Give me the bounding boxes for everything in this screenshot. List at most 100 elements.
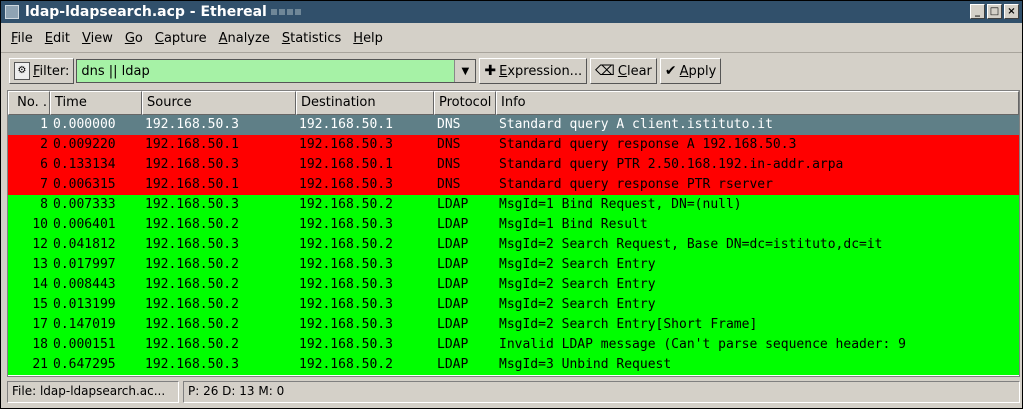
column-header-protocol[interactable]: Protocol — [434, 91, 496, 115]
packet-cell-src: 192.168.50.3 — [145, 117, 239, 132]
packet-cell-src: 192.168.50.2 — [145, 297, 239, 312]
packet-list-header: No. . Time Source Destination Protocol I… — [8, 91, 1019, 115]
apply-label: Apply — [679, 63, 717, 79]
packet-cell-proto: LDAP — [437, 237, 469, 252]
filter-icon: ⚙ — [14, 62, 30, 80]
packet-cell-src: 192.168.50.3 — [145, 157, 239, 172]
packet-cell-time: 0.006401 — [53, 217, 116, 232]
packet-cell-info: Standard query response A 192.168.50.3 — [499, 137, 797, 152]
filter-label: Filter: — [33, 63, 70, 79]
packet-cell-no: 2 — [40, 137, 48, 152]
packet-cell-time: 0.000000 — [53, 117, 116, 132]
apply-button[interactable]: ✔ Apply — [659, 58, 722, 84]
expression-button[interactable]: ✚ Expression... — [479, 58, 588, 84]
column-header-no[interactable]: No. . — [8, 91, 50, 115]
packet-row[interactable]: 18 0.000151 192.168.50.2 192.168.50.3 LDAP In… — [8, 335, 1019, 355]
packet-row[interactable]: 1 0.000000 192.168.50.3 192.168.50.1 DNS Stan… — [8, 115, 1019, 135]
packet-cell-src: 192.168.50.2 — [145, 277, 239, 292]
menu-edit[interactable]: Edit — [39, 31, 76, 46]
packet-row[interactable]: 2 0.009220 192.168.50.1 192.168.50.3 DNS Stan… — [8, 135, 1019, 155]
title-grip — [270, 9, 301, 15]
menu-file[interactable]: File — [5, 31, 39, 46]
window-title: ldap-ldapsearch.acp - Ethereal — [25, 4, 267, 20]
menu-capture[interactable]: Capture — [149, 31, 213, 46]
packet-cell-proto: DNS — [437, 177, 461, 192]
packet-cell-src: 192.168.50.2 — [145, 317, 239, 332]
packet-cell-time: 0.006315 — [53, 177, 116, 192]
packet-cell-info: MsgId=1 Bind Result — [499, 217, 648, 232]
packet-row[interactable]: 21 0.647295 192.168.50.3 192.168.50.2 LDAP Ms… — [8, 355, 1019, 375]
packet-row[interactable]: 15 0.013199 192.168.50.2 192.168.50.3 LDAP Ms… — [8, 295, 1019, 315]
packet-cell-no: 17 — [32, 317, 48, 332]
filter-dropdown-arrow[interactable]: ▼ — [454, 60, 476, 82]
filter-input[interactable] — [77, 60, 455, 82]
packet-cell-proto: LDAP — [437, 317, 469, 332]
packet-cell-no: 15 — [32, 297, 48, 312]
column-header-destination[interactable]: Destination — [296, 91, 434, 115]
ethereal-window: ldap-ldapsearch.acp - Ethereal _ □ × Fil… — [0, 0, 1023, 409]
packet-cell-time: 0.013199 — [53, 297, 116, 312]
packet-cell-proto: LDAP — [437, 337, 469, 352]
packet-cell-time: 0.007333 — [53, 197, 116, 212]
packet-cell-dst: 192.168.50.3 — [299, 217, 393, 232]
packet-row[interactable]: 13 0.017997 192.168.50.2 192.168.50.3 LDAP Ms… — [8, 255, 1019, 275]
packet-row[interactable]: 8 0.007333 192.168.50.3 192.168.50.2 LDAP Msg… — [8, 195, 1019, 215]
status-bar: File: ldap-ldapsearch.ac... P: 26 D: 13 … — [7, 381, 1020, 403]
clear-button[interactable]: ⌫ Clear — [590, 58, 657, 84]
packet-list[interactable]: No. . Time Source Destination Protocol I… — [7, 90, 1020, 377]
plus-icon: ✚ — [484, 63, 497, 79]
packet-cell-dst: 192.168.50.1 — [299, 117, 393, 132]
packet-cell-info: MsgId=2 Search Entry — [499, 257, 656, 272]
packet-cell-proto: LDAP — [437, 357, 469, 372]
packet-row[interactable]: 6 0.133134 192.168.50.3 192.168.50.1 DNS Stan… — [8, 155, 1019, 175]
maximize-button[interactable]: □ — [987, 4, 1002, 19]
status-packet-counts: P: 26 D: 13 M: 0 — [183, 381, 1020, 403]
packet-cell-no: 8 — [40, 197, 48, 212]
menu-view[interactable]: View — [76, 31, 119, 46]
broom-icon: ⌫ — [595, 63, 615, 79]
packet-cell-time: 0.017997 — [53, 257, 116, 272]
packet-cell-info: MsgId=2 Search Entry — [499, 297, 656, 312]
packet-cell-proto: LDAP — [437, 197, 469, 212]
column-header-info[interactable]: Info — [496, 91, 1019, 115]
packet-row[interactable]: 10 0.006401 192.168.50.2 192.168.50.3 LDAP Ms… — [8, 215, 1019, 235]
packet-cell-proto: LDAP — [437, 297, 469, 312]
column-header-source[interactable]: Source — [142, 91, 296, 115]
menu-go[interactable]: Go — [119, 31, 149, 46]
packet-cell-dst: 192.168.50.2 — [299, 237, 393, 252]
packet-row[interactable]: 12 0.041812 192.168.50.3 192.168.50.2 LDAP Ms… — [8, 235, 1019, 255]
packet-cell-no: 7 — [40, 177, 48, 192]
packet-row[interactable]: 17 0.147019 192.168.50.2 192.168.50.3 LDAP Ms… — [8, 315, 1019, 335]
packet-row[interactable]: 14 0.008443 192.168.50.2 192.168.50.3 LDAP Ms… — [8, 275, 1019, 295]
packet-cell-dst: 192.168.50.3 — [299, 177, 393, 192]
packet-cell-dst: 192.168.50.3 — [299, 137, 393, 152]
packet-cell-info: MsgId=2 Search Entry[Short Frame] — [499, 317, 758, 332]
menu-help[interactable]: Help — [347, 31, 389, 46]
packet-cell-src: 192.168.50.3 — [145, 237, 239, 252]
packet-cell-dst: 192.168.50.2 — [299, 197, 393, 212]
menu-analyze[interactable]: Analyze — [213, 31, 276, 46]
app-icon — [5, 5, 19, 19]
close-button[interactable]: × — [1004, 4, 1019, 19]
packet-cell-info: Standard query PTR 2.50.168.192.in-addr.… — [499, 157, 844, 172]
packet-cell-proto: LDAP — [437, 277, 469, 292]
title-bar[interactable]: ldap-ldapsearch.acp - Ethereal _ □ × — [1, 1, 1022, 23]
packet-rows: 1 0.000000 192.168.50.3 192.168.50.1 DNS Stan… — [8, 115, 1019, 375]
packet-cell-info: Standard query response PTR rserver — [499, 177, 773, 192]
column-header-time[interactable]: Time — [50, 91, 142, 115]
filter-button[interactable]: ⚙ Filter: — [9, 58, 75, 84]
packet-cell-no: 18 — [32, 337, 48, 352]
packet-cell-proto: DNS — [437, 157, 461, 172]
packet-cell-src: 192.168.50.1 — [145, 137, 239, 152]
packet-cell-dst: 192.168.50.3 — [299, 277, 393, 292]
packet-cell-no: 14 — [32, 277, 48, 292]
packet-row[interactable]: 7 0.006315 192.168.50.1 192.168.50.3 DNS Stan… — [8, 175, 1019, 195]
packet-cell-src: 192.168.50.2 — [145, 337, 239, 352]
packet-cell-src: 192.168.50.2 — [145, 217, 239, 232]
packet-cell-no: 6 — [40, 157, 48, 172]
packet-cell-time: 0.647295 — [53, 357, 116, 372]
menu-statistics[interactable]: Statistics — [276, 31, 347, 46]
packet-cell-info: MsgId=2 Search Request, Base DN=dc=istit… — [499, 237, 883, 252]
clear-label: Clear — [617, 63, 652, 79]
minimize-button[interactable]: _ — [970, 4, 985, 19]
